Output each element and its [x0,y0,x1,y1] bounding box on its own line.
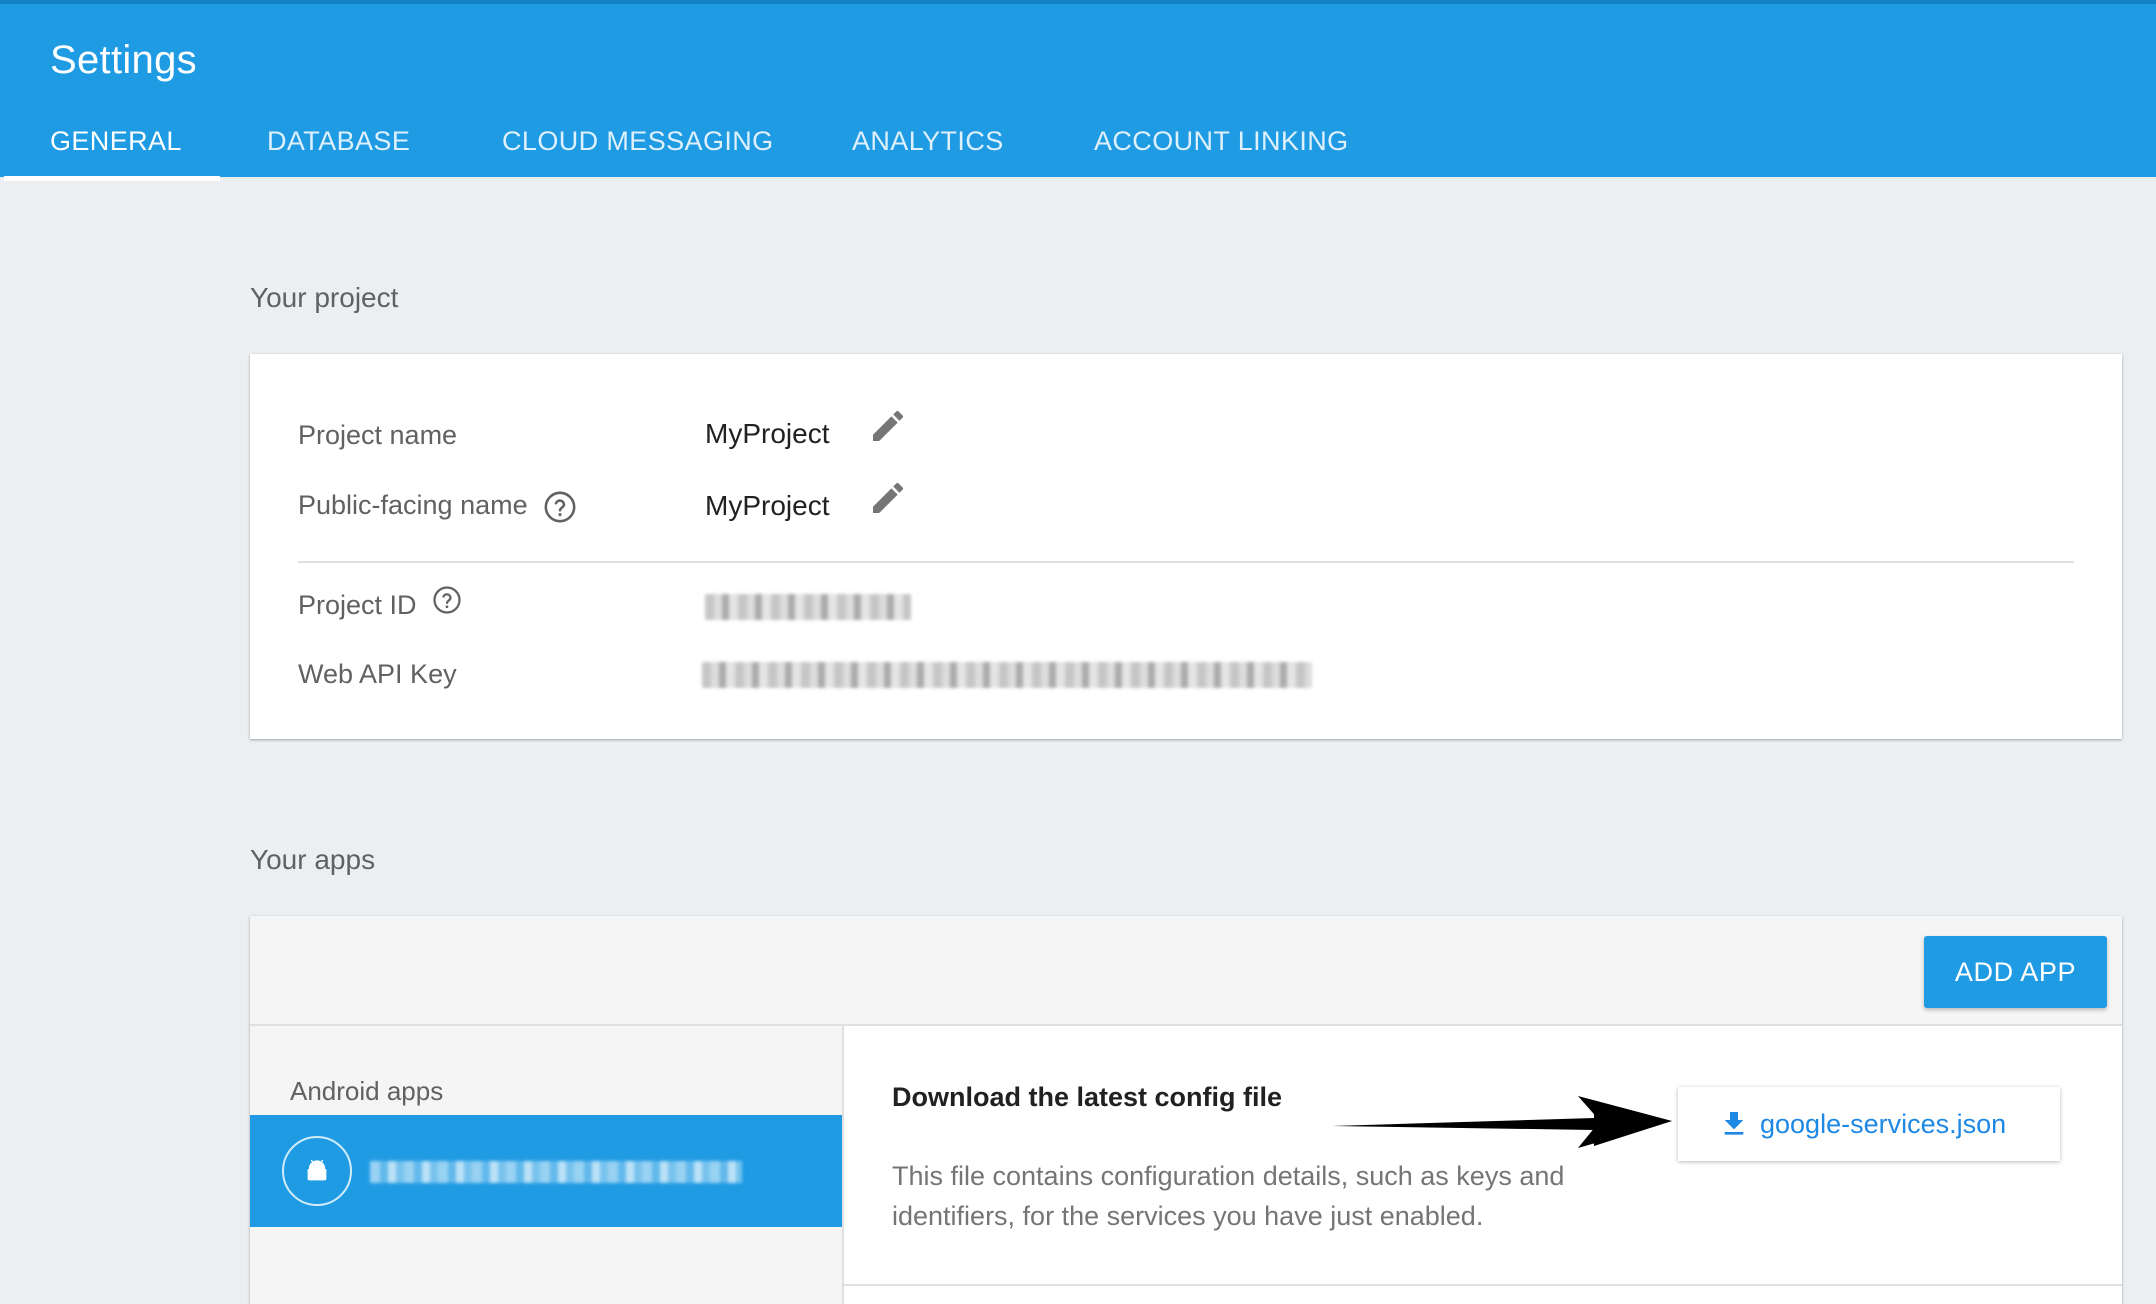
app-list-item-selected[interactable] [250,1115,842,1227]
download-config-button[interactable]: google-services.json [1678,1087,2060,1161]
download-config-label: google-services.json [1760,1108,2007,1139]
project-id-value-redacted [705,594,911,620]
public-facing-name-value: MyProject [705,490,830,521]
config-download-heading: Download the latest config file [892,1082,1283,1112]
help-circle-icon[interactable] [543,490,577,524]
add-app-button[interactable]: ADD APP [1924,936,2107,1008]
apps-sidebar: Android apps [250,1026,842,1304]
project-name-label: Project name [298,420,458,450]
public-facing-name-row: Public-facing name [298,490,577,524]
android-icon [307,1159,327,1181]
project-name-value: MyProject [705,418,830,449]
edit-icon[interactable] [868,406,908,446]
config-download-description: This file contains configuration details… [892,1161,1565,1231]
app-header: Settings GENERAL DATABASE CLOUD MESSAGIN… [0,0,2156,181]
public-facing-name-label: Public-facing name [298,490,528,521]
tab-cloud-messaging[interactable]: CLOUD MESSAGING [502,116,774,181]
tab-analytics[interactable]: ANALYTICS [852,116,1004,181]
android-apps-label: Android apps [290,1076,444,1106]
apps-toolbar: ADD APP [250,916,2122,1026]
app-detail-panel: Download the latest config file This fil… [842,1026,2122,1304]
your-project-heading: Your project [250,282,399,313]
section-divider [298,561,2074,563]
app-avatar [282,1136,352,1206]
tab-database[interactable]: DATABASE [267,116,410,181]
project-card: Project name MyProject Public-facing nam… [250,354,2122,739]
project-id-row: Project ID [298,586,462,621]
tab-account-linking[interactable]: ACCOUNT LINKING [1094,116,1349,181]
help-circle-icon[interactable] [432,585,462,615]
page-title: Settings [50,38,197,82]
app-package-name-redacted [370,1161,742,1183]
settings-page: Settings GENERAL DATABASE CLOUD MESSAGIN… [0,0,2156,1304]
tab-general[interactable]: GENERAL [50,116,182,181]
web-api-key-value-redacted [702,662,1312,688]
project-id-label: Project ID [298,590,417,620]
download-icon [1724,1112,1744,1135]
arrow-right-icon [1332,1096,1672,1148]
your-apps-heading: Your apps [250,844,376,875]
edit-icon[interactable] [868,478,908,518]
detail-row-divider [842,1284,2122,1286]
web-api-key-label: Web API Key [298,659,457,689]
active-tab-indicator [4,176,220,181]
